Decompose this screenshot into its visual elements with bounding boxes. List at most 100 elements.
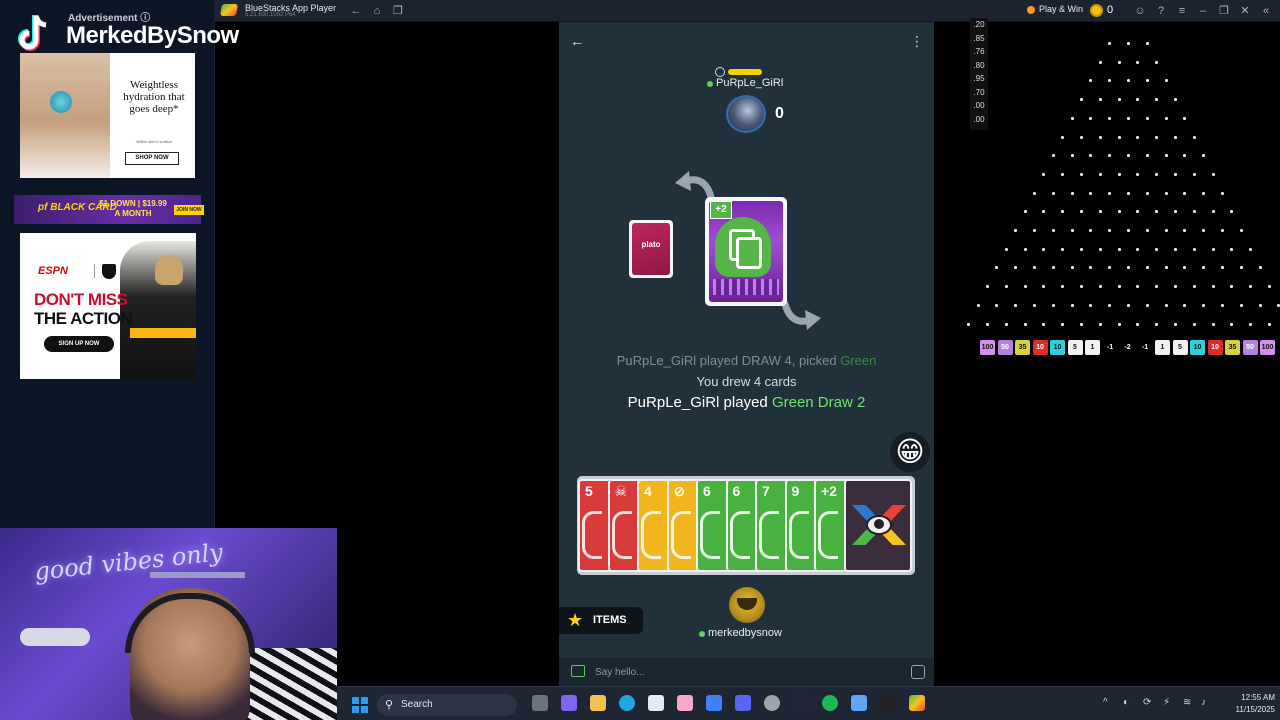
plinko-peg	[1145, 154, 1149, 158]
skincare-ad[interactable]: Weightless hydration that goes deep* *wi…	[20, 53, 195, 178]
coin-icon	[1090, 4, 1103, 17]
restore-icon[interactable]: ❐	[1216, 3, 1232, 19]
plinko-peg	[1070, 229, 1074, 232]
card-value: +2	[821, 483, 837, 499]
plinko-peg	[1117, 60, 1121, 64]
minimize-icon[interactable]: –	[1195, 3, 1211, 19]
plinko-peg	[1061, 210, 1065, 214]
menu-hamburger-icon[interactable]: ≡	[1174, 3, 1190, 19]
plinko-peg	[1098, 172, 1102, 176]
help-icon[interactable]: ?	[1153, 3, 1169, 19]
plinko-peg	[1155, 135, 1159, 139]
file-explorer-icon[interactable]	[590, 695, 606, 711]
plinko-peg	[1164, 266, 1168, 270]
coin-count: 0	[1107, 4, 1114, 16]
plinko-peg	[1033, 191, 1036, 195]
more-options-icon[interactable]: ⋮	[907, 31, 927, 51]
spotify-icon[interactable]	[822, 695, 838, 711]
app-icon[interactable]	[677, 695, 693, 711]
player-helmet	[155, 255, 183, 285]
tray-icon[interactable]: ◐	[1123, 697, 1129, 708]
card-value: ☠	[614, 483, 628, 499]
hand-card-wild[interactable]	[844, 479, 912, 572]
plinko-peg	[1155, 322, 1159, 326]
plinko-peg	[1183, 229, 1187, 232]
obs-icon[interactable]	[764, 695, 780, 711]
emoji-reaction-button[interactable]: 😁	[890, 432, 930, 472]
chevron-up-icon[interactable]: ^	[1103, 697, 1108, 708]
bluestacks-taskbar-icon[interactable]	[909, 695, 925, 711]
plinko-peg	[1117, 172, 1121, 176]
plinko-peg	[1221, 303, 1224, 307]
plinko-peg	[1080, 285, 1083, 289]
teams-icon[interactable]	[561, 695, 577, 711]
plinko-peg	[1136, 285, 1140, 289]
volume-icon[interactable]: ♪	[1201, 697, 1206, 708]
eye-pupil	[874, 519, 884, 529]
tray-icon[interactable]: ⟳	[1143, 697, 1151, 708]
steam-icon[interactable]	[793, 695, 809, 711]
plinko-peg	[1033, 229, 1036, 232]
notepad-icon[interactable]	[851, 695, 867, 711]
gym-banner-ad[interactable]: pf BLACK CARD $1 DOWN | $19.99 A MONTH J…	[14, 195, 204, 224]
plinko-bucket: 50	[1242, 340, 1258, 355]
tray-icon[interactable]: ⚡	[1163, 697, 1170, 708]
chat-icon[interactable]	[571, 665, 585, 677]
home-icon[interactable]: ⌂	[369, 3, 385, 19]
plinko-bucket: -2	[1124, 344, 1131, 351]
online-status-dot	[699, 631, 705, 637]
copilot-icon[interactable]	[706, 695, 722, 711]
items-button[interactable]: ★ ITEMS	[559, 607, 643, 634]
join-now-button[interactable]: JOIN NOW	[174, 205, 204, 215]
shop-now-button[interactable]: SHOP NOW	[125, 152, 179, 165]
espn-ad[interactable]: ESPN DON'T MISS THE ACTION SIGN UP NOW	[20, 233, 196, 379]
plinko-peg	[1023, 247, 1027, 251]
plinko-peg	[1183, 116, 1187, 120]
game-log-line: PuRpLe_GiRl played Green Draw 2	[559, 394, 934, 411]
sticker-icon[interactable]	[911, 665, 925, 679]
ad-fine-print: *within skin's surface	[135, 139, 173, 144]
back-arrow-icon[interactable]: ←	[348, 3, 364, 19]
back-arrow-icon[interactable]: ←	[567, 31, 587, 51]
plinko-peg	[1192, 135, 1196, 139]
multi-instance-icon[interactable]: ❐	[390, 3, 406, 19]
sidebar-toggle-icon[interactable]: «	[1258, 3, 1274, 19]
taskbar-search[interactable]: ⚲ Search	[377, 694, 517, 716]
plinko-peg	[1192, 172, 1196, 176]
profile-avatar-icon[interactable]: ☺	[1132, 3, 1148, 19]
draw-pile[interactable]: plato	[629, 220, 673, 278]
player-hand: 5 ☠ 4 ⊘ 6 6 7 9 +2	[577, 476, 915, 575]
plinko-peg	[1051, 229, 1055, 232]
chat-input[interactable]	[595, 664, 875, 680]
ad-headline-line1: DON'T MISS	[34, 290, 128, 309]
task-view-icon[interactable]	[532, 695, 548, 711]
sign-up-now-button[interactable]: SIGN UP NOW	[44, 336, 114, 352]
play-win-label[interactable]: Play & Win	[1039, 4, 1083, 14]
clock-time[interactable]: 12:55 AM	[1215, 693, 1275, 702]
plinko-peg	[1098, 135, 1102, 139]
card-curve	[582, 511, 602, 559]
close-icon[interactable]: ✕	[1237, 3, 1253, 19]
clock-date[interactable]: 11/15/2025	[1215, 705, 1275, 714]
plinko-peg	[995, 303, 999, 307]
nhl-shield-icon	[102, 264, 116, 279]
plinko-bucket: 1	[1155, 340, 1170, 355]
edge-icon[interactable]	[619, 695, 635, 711]
discord-icon[interactable]	[735, 695, 751, 711]
plinko-peg	[1108, 116, 1112, 120]
plinko-peg	[1080, 210, 1083, 214]
play-win-icon[interactable]	[1027, 6, 1035, 14]
card-value: 6	[703, 483, 711, 499]
opponent-avatar[interactable]	[726, 95, 766, 133]
ad-headline: Weightless hydration that goes deep*	[123, 79, 185, 115]
card-value-tag: +2	[710, 201, 732, 219]
online-status-dot	[707, 81, 713, 87]
epic-games-icon[interactable]	[880, 695, 896, 711]
plinko-peg	[1145, 191, 1149, 195]
card-curve	[729, 511, 750, 559]
windows-start-icon[interactable]	[352, 697, 368, 713]
wifi-icon[interactable]: ≋	[1183, 697, 1191, 708]
plinko-peg	[1249, 247, 1253, 251]
timer-icon	[715, 67, 725, 77]
store-icon[interactable]	[648, 695, 664, 711]
